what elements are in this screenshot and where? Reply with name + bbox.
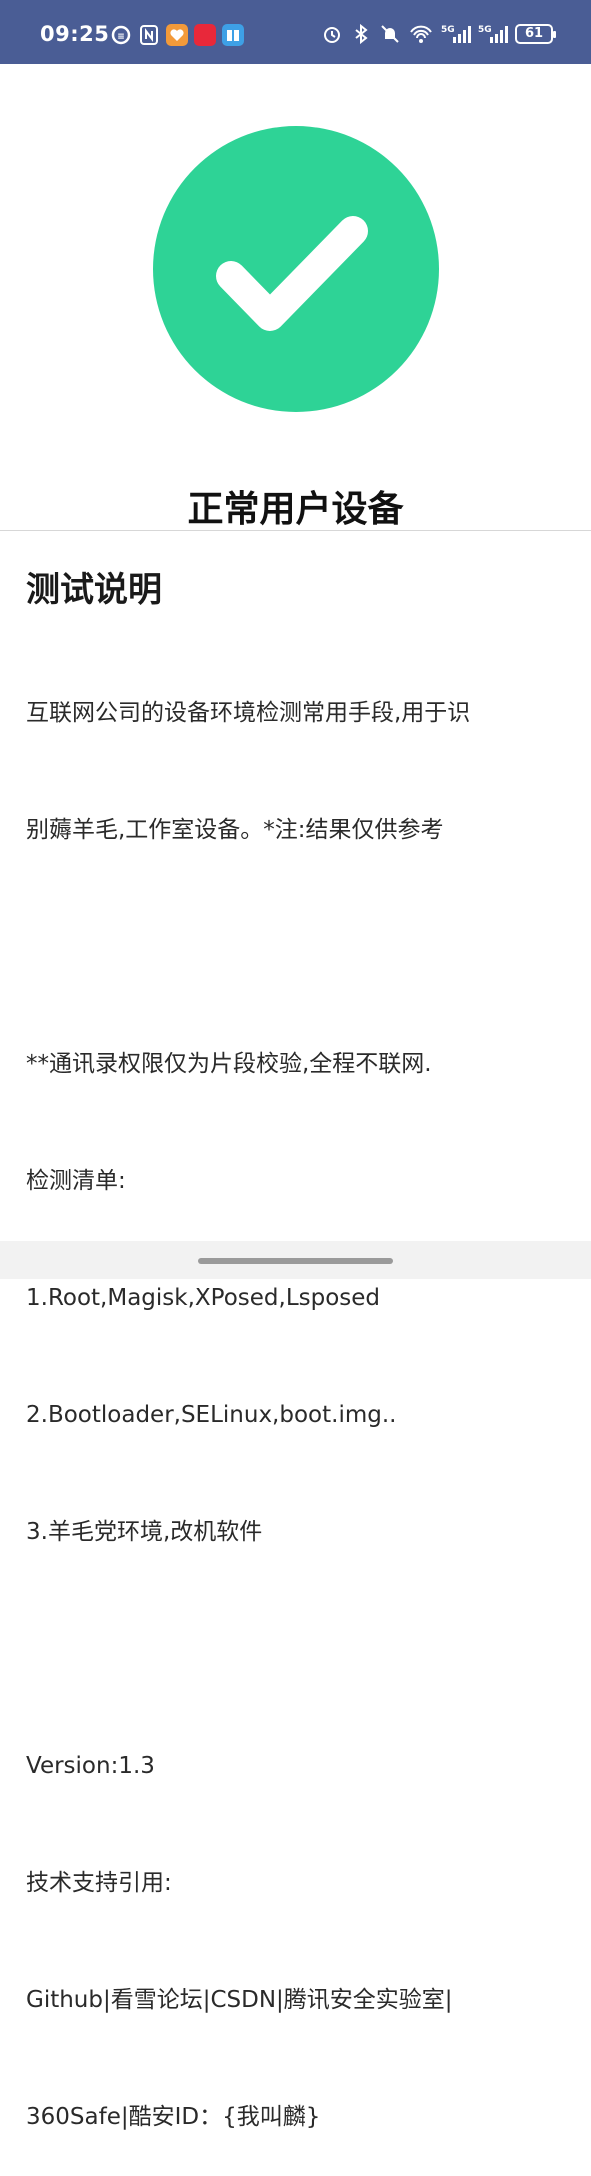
description-line: Version:1.3 <box>26 1753 155 1779</box>
battery-indicator: 61 <box>515 24 556 44</box>
signal-5g-icon: 5G <box>441 25 471 43</box>
bluetooth-icon <box>355 23 368 45</box>
nfc-icon <box>140 25 158 45</box>
description-line: 别薅羊毛,工作室设备。*注:结果仅供参考 <box>26 817 444 843</box>
svg-text:5G: 5G <box>441 25 455 35</box>
svg-text:≡: ≡ <box>117 32 125 42</box>
alarm-icon <box>324 27 340 43</box>
heart-app-icon <box>166 24 188 46</box>
mute-icon <box>381 25 399 43</box>
check-icon <box>153 126 439 412</box>
svg-text:5G: 5G <box>478 25 492 35</box>
description-line <box>26 928 566 967</box>
description-line: Github|看雪论坛|CSDN|腾讯安全实验室| <box>26 1987 453 2013</box>
xiaohongshu-app-icon <box>194 24 216 46</box>
description-line <box>26 1630 566 1669</box>
wifi-icon <box>410 25 432 43</box>
description-line: 3.羊毛党环境,改机软件 <box>26 1519 263 1545</box>
description-heading: 测试说明 <box>26 570 162 610</box>
description-body: 互联网公司的设备环境检测常用手段,用于识 别薅羊毛,工作室设备。*注:结果仅供参… <box>26 616 566 2176</box>
navigation-bar <box>0 1241 591 1279</box>
notification-icons: ≡ <box>110 24 244 46</box>
description-line: 技术支持引用: <box>26 1870 172 1896</box>
ring-app-icon: ≡ <box>111 25 131 45</box>
description-line: 1.Root,Magisk,XPosed,Lsposed <box>26 1285 381 1311</box>
divider <box>0 530 591 531</box>
home-indicator[interactable] <box>198 1258 393 1264</box>
description-line: **通讯录权限仅为片段校验,全程不联网. <box>26 1051 432 1077</box>
signal-5g-icon: 5G <box>478 25 508 43</box>
status-bar: 09:25 ≡ 5G 5G 61 <box>0 0 591 64</box>
description-line: 360Safe|酷安ID：{我叫麟} <box>26 2104 321 2130</box>
description-line: 互联网公司的设备环境检测常用手段,用于识 <box>26 700 471 726</box>
system-icons: 5G 5G 61 <box>321 23 556 45</box>
book-app-icon <box>222 24 244 46</box>
description-line: 检测清单: <box>26 1168 126 1194</box>
description-line: 2.Bootloader,SELinux,boot.img.. <box>26 1402 397 1428</box>
status-time: 09:25 <box>40 22 110 46</box>
result-title: 正常用户设备 <box>187 489 404 530</box>
